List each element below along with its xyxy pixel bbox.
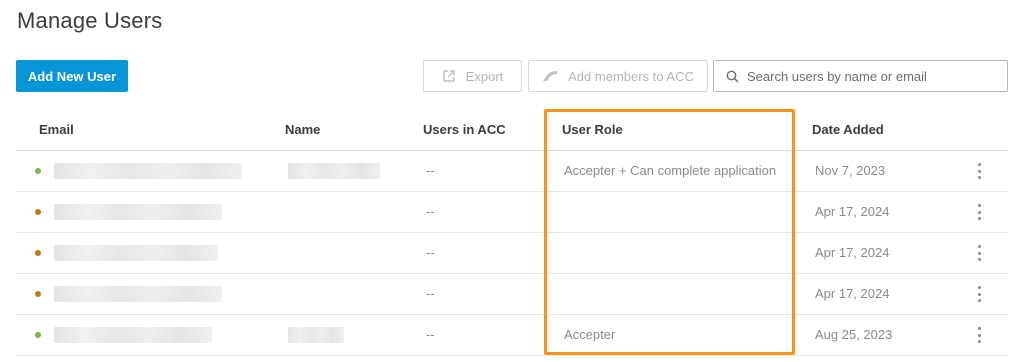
column-header-users-in-acc[interactable]: Users in ACC [423, 122, 506, 137]
table-row[interactable]: -- Apr 17, 2024 [16, 192, 1008, 233]
email-redacted [54, 163, 242, 179]
users-in-acc-value: -- [426, 286, 435, 301]
table-row[interactable]: -- Apr 17, 2024 [16, 233, 1008, 274]
column-header-date-added[interactable]: Date Added [812, 122, 884, 137]
more-vertical-icon[interactable] [971, 161, 987, 181]
date-added-value: Aug 25, 2023 [815, 327, 893, 342]
add-members-to-acc-button[interactable]: Add members to ACC [528, 60, 708, 92]
date-added-value: Apr 17, 2024 [815, 245, 890, 260]
date-added-value: Nov 7, 2023 [815, 163, 886, 178]
status-dot [35, 332, 41, 338]
email-redacted [54, 327, 212, 343]
email-redacted [54, 245, 218, 261]
export-label: Export [465, 68, 504, 84]
more-vertical-icon[interactable] [971, 325, 987, 345]
date-added-value: Apr 17, 2024 [815, 204, 890, 219]
export-icon [443, 70, 455, 82]
status-dot [35, 168, 41, 174]
search-box [713, 60, 1008, 92]
more-vertical-icon[interactable] [971, 284, 987, 304]
status-dot [35, 291, 41, 297]
status-dot [35, 250, 41, 256]
table-row[interactable]: -- Accepter Aug 25, 2023 [16, 315, 1008, 356]
date-added-value: Apr 17, 2024 [815, 286, 890, 301]
users-in-acc-value: -- [426, 327, 435, 342]
column-header-name[interactable]: Name [285, 122, 320, 137]
users-table: Email Name Users in ACC User Role Date A… [16, 109, 1008, 356]
user-role-value: Accepter + Can complete application [564, 163, 777, 178]
user-role-value: Accepter [564, 327, 616, 342]
table-row[interactable]: -- Accepter + Can complete application N… [16, 151, 1008, 192]
more-vertical-icon[interactable] [971, 243, 987, 263]
export-button[interactable]: Export [423, 60, 522, 92]
table-row[interactable]: -- Apr 17, 2024 [16, 274, 1008, 315]
email-redacted [54, 286, 222, 302]
more-vertical-icon[interactable] [971, 202, 987, 222]
add-new-user-button[interactable]: Add New User [16, 60, 128, 92]
name-redacted [288, 327, 344, 343]
add-members-label: Add members to ACC [568, 68, 694, 84]
users-in-acc-value: -- [426, 204, 435, 219]
email-redacted [54, 204, 222, 220]
search-input[interactable] [747, 68, 997, 84]
column-header-email[interactable]: Email [39, 122, 74, 137]
acc-logo-icon [543, 71, 558, 81]
page-title: Manage Users [17, 8, 163, 33]
users-in-acc-value: -- [426, 163, 435, 178]
search-icon [726, 70, 739, 82]
column-header-user-role[interactable]: User Role [562, 122, 623, 137]
table-header: Email Name Users in ACC User Role Date A… [16, 109, 1008, 151]
users-in-acc-value: -- [426, 245, 435, 260]
status-dot [35, 209, 41, 215]
name-redacted [288, 163, 380, 179]
